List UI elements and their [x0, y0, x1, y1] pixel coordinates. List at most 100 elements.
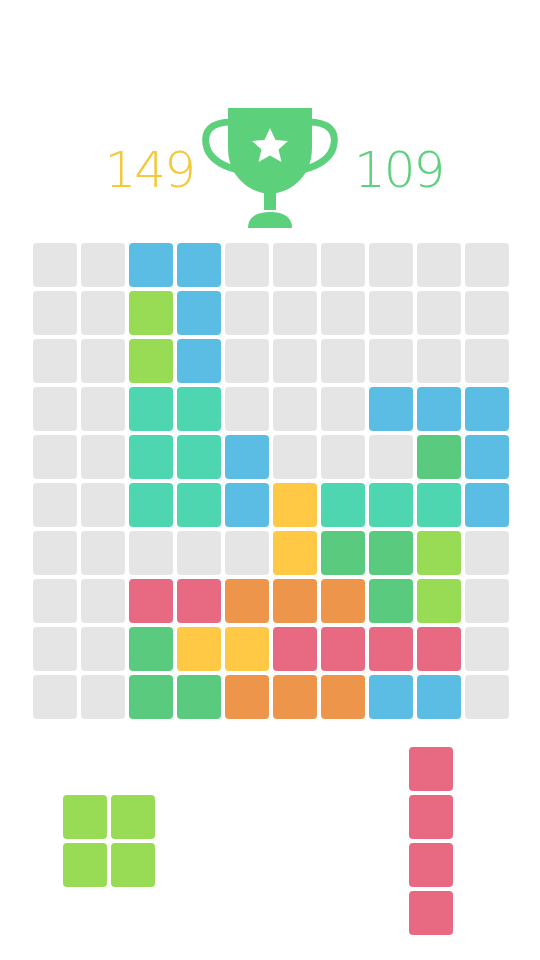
grid-cell[interactable]: [177, 483, 221, 527]
grid-cell[interactable]: [81, 675, 125, 719]
grid-cell[interactable]: [417, 483, 461, 527]
grid-cell[interactable]: [177, 675, 221, 719]
grid-cell[interactable]: [273, 627, 317, 671]
grid-cell[interactable]: [369, 387, 413, 431]
grid-cell[interactable]: [225, 435, 269, 479]
grid-cell[interactable]: [225, 675, 269, 719]
grid-cell[interactable]: [225, 339, 269, 383]
grid-cell[interactable]: [225, 291, 269, 335]
grid-cell[interactable]: [417, 579, 461, 623]
grid-cell[interactable]: [33, 531, 77, 575]
grid-cell[interactable]: [177, 579, 221, 623]
grid-cell[interactable]: [177, 531, 221, 575]
grid-cell[interactable]: [81, 243, 125, 287]
grid-cell[interactable]: [225, 483, 269, 527]
grid-cell[interactable]: [33, 243, 77, 287]
grid-cell[interactable]: [465, 339, 509, 383]
game-board[interactable]: [0, 243, 540, 719]
grid-cell[interactable]: [129, 387, 173, 431]
grid-cell[interactable]: [369, 435, 413, 479]
grid-cell[interactable]: [129, 339, 173, 383]
grid-cell[interactable]: [369, 531, 413, 575]
grid-cell[interactable]: [369, 627, 413, 671]
grid-cell[interactable]: [129, 675, 173, 719]
grid-cell[interactable]: [177, 291, 221, 335]
grid-cell[interactable]: [369, 483, 413, 527]
grid-cell[interactable]: [321, 627, 365, 671]
grid-cell[interactable]: [81, 579, 125, 623]
grid-cell[interactable]: [177, 435, 221, 479]
grid-cell[interactable]: [369, 675, 413, 719]
grid-cell[interactable]: [33, 675, 77, 719]
grid-cell[interactable]: [321, 387, 365, 431]
grid-cell[interactable]: [177, 339, 221, 383]
grid-cell[interactable]: [129, 291, 173, 335]
grid-cell[interactable]: [417, 675, 461, 719]
grid-cell[interactable]: [273, 339, 317, 383]
grid-cell[interactable]: [177, 387, 221, 431]
grid-cell[interactable]: [81, 531, 125, 575]
grid-cell[interactable]: [129, 435, 173, 479]
grid-cell[interactable]: [129, 483, 173, 527]
grid-cell[interactable]: [321, 483, 365, 527]
grid-cell[interactable]: [321, 675, 365, 719]
grid-cell[interactable]: [273, 579, 317, 623]
grid-cell[interactable]: [369, 339, 413, 383]
grid-cell[interactable]: [321, 435, 365, 479]
grid-cell[interactable]: [33, 339, 77, 383]
grid-cell[interactable]: [273, 435, 317, 479]
grid-cell[interactable]: [321, 339, 365, 383]
grid-cell[interactable]: [465, 627, 509, 671]
grid-cell[interactable]: [273, 387, 317, 431]
grid-cell[interactable]: [465, 531, 509, 575]
grid-cell[interactable]: [417, 435, 461, 479]
grid-cell[interactable]: [273, 531, 317, 575]
grid-cell[interactable]: [465, 435, 509, 479]
grid-cell[interactable]: [465, 291, 509, 335]
grid-cell[interactable]: [81, 435, 125, 479]
grid-cell[interactable]: [369, 579, 413, 623]
grid-cell[interactable]: [81, 291, 125, 335]
grid-cell[interactable]: [81, 627, 125, 671]
grid-cell[interactable]: [273, 243, 317, 287]
grid-cell[interactable]: [417, 243, 461, 287]
grid-cell[interactable]: [33, 387, 77, 431]
grid-cell[interactable]: [273, 483, 317, 527]
grid-cell[interactable]: [273, 291, 317, 335]
grid-cell[interactable]: [129, 531, 173, 575]
grid-cell[interactable]: [81, 339, 125, 383]
grid-cell[interactable]: [417, 339, 461, 383]
piece[interactable]: [409, 747, 453, 935]
grid-cell[interactable]: [81, 387, 125, 431]
grid-cell[interactable]: [465, 675, 509, 719]
grid-cell[interactable]: [225, 531, 269, 575]
grid-cell[interactable]: [129, 243, 173, 287]
grid-cell[interactable]: [33, 579, 77, 623]
grid-cell[interactable]: [225, 627, 269, 671]
grid-cell[interactable]: [177, 243, 221, 287]
grid-cell[interactable]: [321, 243, 365, 287]
grid-cell[interactable]: [321, 579, 365, 623]
grid-cell[interactable]: [321, 531, 365, 575]
grid-cell[interactable]: [33, 291, 77, 335]
grid-cell[interactable]: [129, 627, 173, 671]
grid-cell[interactable]: [321, 291, 365, 335]
grid-cell[interactable]: [225, 387, 269, 431]
piece[interactable]: [63, 795, 155, 887]
grid-cell[interactable]: [81, 483, 125, 527]
grid-cell[interactable]: [177, 627, 221, 671]
grid-cell[interactable]: [417, 531, 461, 575]
grid-cell[interactable]: [465, 387, 509, 431]
grid-cell[interactable]: [273, 675, 317, 719]
grid-cell[interactable]: [129, 579, 173, 623]
grid-cell[interactable]: [369, 291, 413, 335]
grid-cell[interactable]: [33, 627, 77, 671]
grid-cell[interactable]: [465, 579, 509, 623]
grid-cell[interactable]: [225, 243, 269, 287]
grid-cell[interactable]: [465, 243, 509, 287]
grid-cell[interactable]: [33, 483, 77, 527]
grid-cell[interactable]: [33, 435, 77, 479]
grid-cell[interactable]: [225, 579, 269, 623]
grid-cell[interactable]: [417, 291, 461, 335]
grid-cell[interactable]: [417, 387, 461, 431]
